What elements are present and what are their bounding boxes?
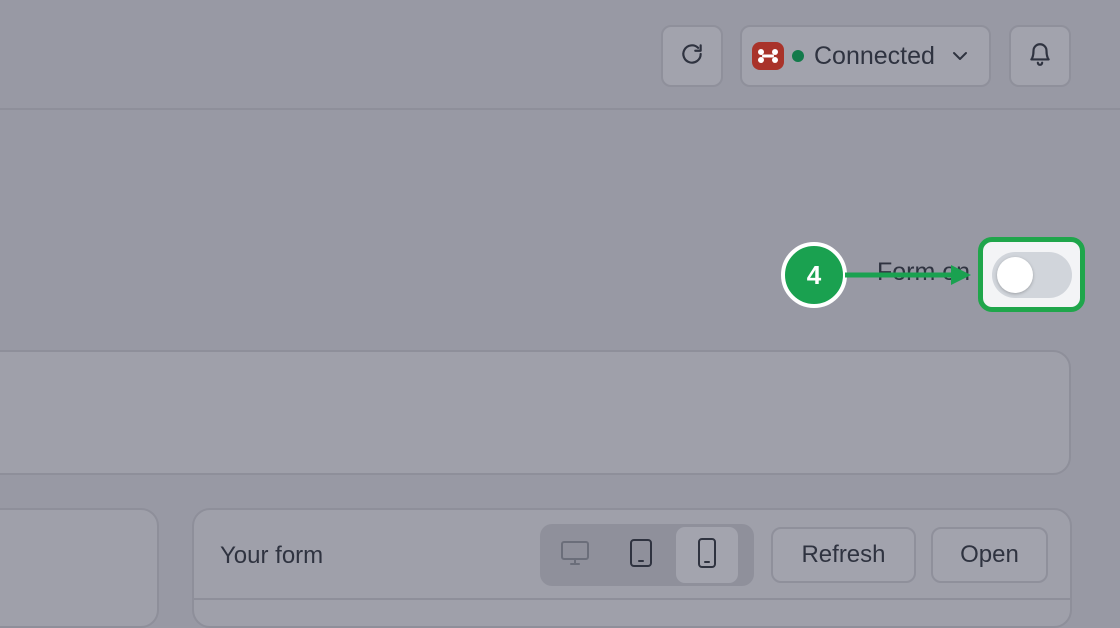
form-on-toggle-highlight	[978, 237, 1085, 312]
toggle-knob	[996, 256, 1033, 293]
bell-icon	[1027, 41, 1053, 72]
your-form-card: Your form Refresh Open	[192, 508, 1072, 628]
desktop-icon	[560, 540, 590, 571]
tablet-view-button[interactable]	[610, 527, 672, 583]
preview-open-button[interactable]: Open	[931, 527, 1048, 583]
form-on-toggle[interactable]	[991, 251, 1072, 298]
mobile-icon	[697, 537, 717, 574]
status-dot	[792, 50, 804, 62]
content-panel	[0, 350, 1071, 475]
chevron-down-icon	[951, 50, 969, 62]
connector-logo-icon	[752, 42, 784, 70]
step-callout-badge: 4	[781, 242, 847, 308]
preview-refresh-button[interactable]: Refresh	[771, 527, 916, 583]
connection-status-label: Connected	[814, 41, 935, 70]
notifications-button[interactable]	[1009, 25, 1071, 87]
mobile-view-button[interactable]	[676, 527, 738, 583]
tablet-icon	[629, 538, 653, 573]
device-switcher	[540, 524, 754, 586]
your-form-title: Your form	[220, 542, 324, 569]
callout-arrow-icon	[845, 265, 971, 285]
side-panel	[0, 508, 159, 628]
refresh-button[interactable]	[661, 25, 723, 87]
refresh-icon	[679, 41, 705, 72]
desktop-view-button[interactable]	[544, 527, 606, 583]
top-bar: Connected	[0, 0, 1120, 110]
connection-status-dropdown[interactable]: Connected	[740, 25, 991, 87]
